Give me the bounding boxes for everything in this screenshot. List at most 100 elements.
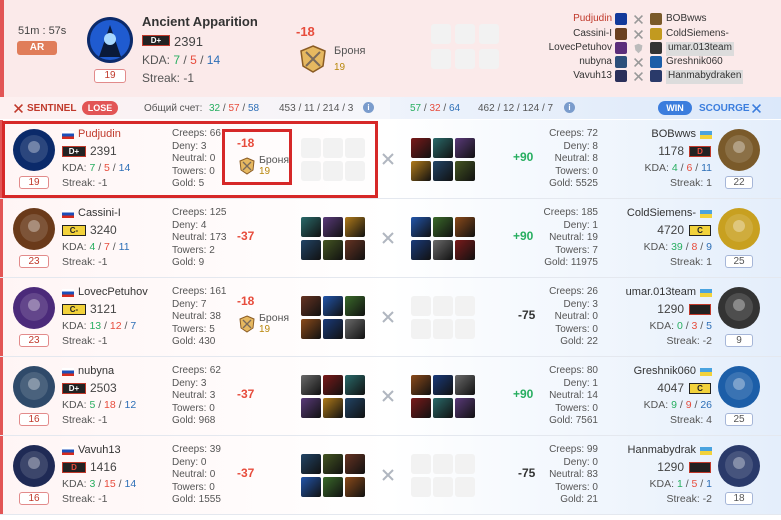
item-icon[interactable]: [345, 477, 365, 497]
item-icon[interactable]: [345, 375, 365, 395]
player-list-item[interactable]: Greshnik060: [666, 56, 723, 70]
player-name[interactable]: Vavuh13: [78, 444, 121, 456]
player-row[interactable]: 16 nubyna D+ 2503 KDA: 5 / 18 / 12 Streak: -1…: [0, 357, 781, 436]
player-row[interactable]: 23 Cassini-I C- 3240 KDA: 4 / 7 / 11 Streak: …: [0, 199, 781, 278]
item-icon[interactable]: [455, 217, 475, 237]
item-icon[interactable]: [301, 375, 321, 395]
item-icon[interactable]: [455, 138, 475, 158]
player-name[interactable]: Cassini-I: [78, 207, 121, 219]
hero-avatar[interactable]: [13, 129, 55, 171]
item-icon[interactable]: [411, 161, 431, 181]
lose-indicator-bar: [0, 199, 3, 277]
badge-value: 19: [259, 166, 271, 177]
item-icon[interactable]: [433, 161, 453, 181]
hero-avatar[interactable]: [13, 208, 55, 250]
player-list-item[interactable]: Cassini-I: [540, 28, 612, 42]
player-list-item[interactable]: LovecPetuhov: [540, 42, 612, 56]
item-slot-empty: [433, 319, 453, 339]
flag-icon: [62, 131, 74, 139]
item-icon[interactable]: [345, 217, 365, 237]
item-icon[interactable]: [411, 138, 431, 158]
item-icon[interactable]: [323, 398, 343, 418]
item-icon[interactable]: [411, 398, 431, 418]
item-icon[interactable]: [345, 296, 365, 316]
hero-avatar[interactable]: [718, 129, 760, 171]
player-row[interactable]: 16 Vavuh13 D 1416 KDA: 3 / 15 / 14 Streak: -1…: [0, 436, 781, 515]
item-icon[interactable]: [301, 240, 321, 260]
item-icon[interactable]: [345, 454, 365, 474]
hero-avatar[interactable]: [13, 366, 55, 408]
item-icon[interactable]: [455, 240, 475, 260]
item-icon[interactable]: [301, 319, 321, 339]
hero-avatar[interactable]: [718, 366, 760, 408]
right-kills: 57: [410, 103, 422, 114]
item-icon[interactable]: [455, 161, 475, 181]
item-icon[interactable]: [323, 454, 343, 474]
info-icon[interactable]: i: [564, 102, 575, 113]
player-list-item[interactable]: ColdSiemens-: [666, 28, 729, 42]
item-icon[interactable]: [433, 138, 453, 158]
item-icon[interactable]: [323, 240, 343, 260]
item-icon[interactable]: [301, 217, 321, 237]
flag-icon: [62, 368, 74, 376]
hero-avatar[interactable]: [718, 287, 760, 329]
player-name[interactable]: Greshnik060: [616, 365, 696, 377]
item-icon[interactable]: [323, 319, 343, 339]
item-icon[interactable]: [411, 240, 431, 260]
item-icon[interactable]: [323, 296, 343, 316]
item-icon[interactable]: [323, 375, 343, 395]
streak: Streak: -1: [142, 71, 195, 85]
item-icon[interactable]: [323, 217, 343, 237]
crossed-swords-icon: [14, 104, 23, 113]
player-row[interactable]: 23 LovecPetuhov C- 3121 KDA: 13 / 12 / 7 Stre…: [0, 278, 781, 357]
player-list-item[interactable]: BOBwws: [666, 13, 707, 27]
left-assists: 58: [247, 103, 260, 114]
item-icon[interactable]: [345, 319, 365, 339]
item-icon[interactable]: [411, 375, 431, 395]
item-slot-empty: [411, 296, 431, 316]
item-icon[interactable]: [433, 217, 453, 237]
mmr-value: 4047: [657, 381, 684, 395]
hero-avatar[interactable]: [87, 17, 133, 63]
item-icon[interactable]: [345, 398, 365, 418]
player-name[interactable]: nubyna: [78, 365, 114, 377]
player-list-item[interactable]: Vavuh13: [540, 70, 612, 84]
player-list-item[interactable]: Pudjudin: [540, 13, 612, 27]
player-name[interactable]: LovecPetuhov: [78, 286, 148, 298]
player-name[interactable]: ColdSiemens-: [616, 207, 696, 219]
player-name[interactable]: BOBwws: [616, 128, 696, 140]
item-icon[interactable]: [301, 398, 321, 418]
hero-avatar[interactable]: [13, 287, 55, 329]
item-icon[interactable]: [301, 454, 321, 474]
flag-icon: [700, 289, 712, 297]
hero-avatar[interactable]: [718, 208, 760, 250]
item-icon[interactable]: [301, 296, 321, 316]
item-icon[interactable]: [433, 398, 453, 418]
player-list-item[interactable]: Hanmabydraken: [666, 70, 744, 84]
hero-mini-icon: [615, 56, 627, 68]
item-icon[interactable]: [323, 477, 343, 497]
player-list-item[interactable]: nubyna: [540, 56, 612, 70]
item-icon[interactable]: [301, 477, 321, 497]
rank-badge: D: [689, 146, 711, 157]
player-name[interactable]: umar.013team: [616, 286, 696, 298]
player-name[interactable]: Pudjudin: [78, 128, 121, 140]
mmr-value: 1178: [658, 144, 684, 158]
item-icon[interactable]: [411, 217, 431, 237]
item-icon[interactable]: [455, 398, 475, 418]
item-icon[interactable]: [433, 375, 453, 395]
item-icon[interactable]: [433, 240, 453, 260]
hero-level: 18: [725, 492, 753, 505]
info-icon[interactable]: i: [363, 102, 374, 113]
mmr-value: 1416: [90, 460, 117, 474]
hero-name: Ancient Apparition: [142, 14, 258, 29]
player-list-item[interactable]: umar.013team: [666, 42, 734, 56]
player-name[interactable]: Hanmabydrak: [616, 444, 696, 456]
hero-level: 23: [19, 255, 49, 268]
item-icon[interactable]: [455, 375, 475, 395]
hero-mini-icon: [615, 42, 627, 54]
hero-avatar[interactable]: [718, 445, 760, 487]
hero-avatar[interactable]: [13, 445, 55, 487]
player-row[interactable]: 19 Pudjudin D+ 2391 KDA: 7 / 5 / 14 Streak: -…: [0, 120, 781, 199]
item-icon[interactable]: [345, 240, 365, 260]
